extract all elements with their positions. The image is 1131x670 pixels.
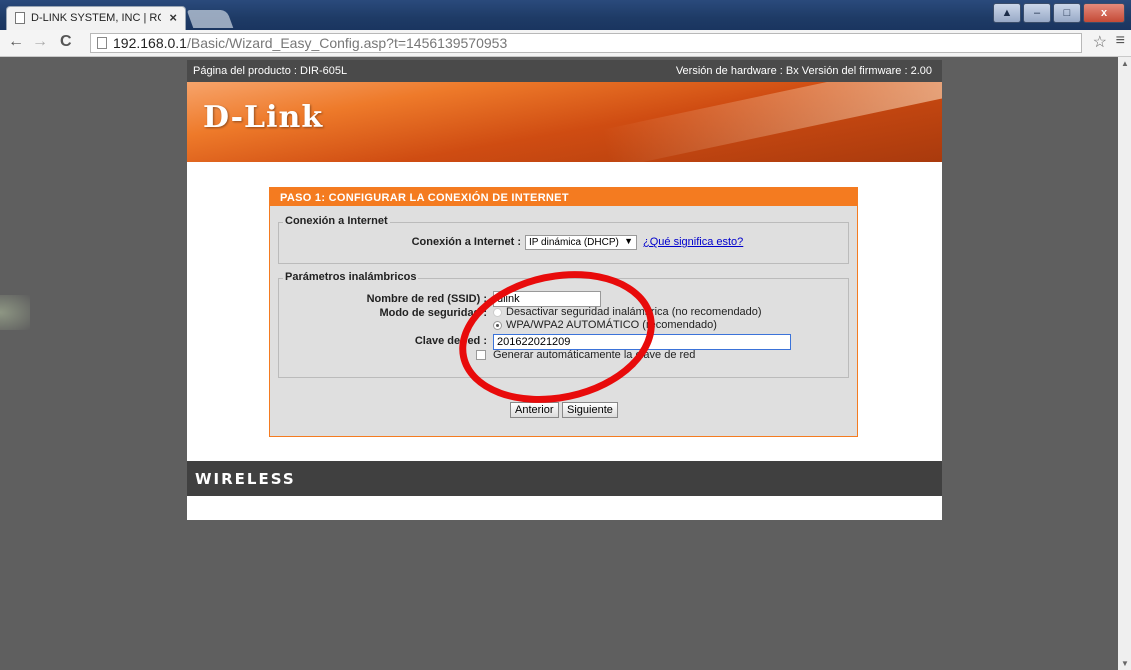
product-strip: Página del producto : DIR-605L Versión d… [187, 60, 942, 82]
wireless-footer-band: WIRELESS [187, 461, 942, 496]
back-button[interactable]: Anterior [510, 402, 559, 418]
new-tab-button[interactable] [186, 10, 234, 28]
close-window-button[interactable]: x [1083, 3, 1125, 23]
version-info: Versión de hardware : Bx Versión del fir… [675, 65, 932, 77]
security-wpa-radio[interactable] [493, 321, 502, 330]
menu-icon[interactable]: ≡ [1116, 32, 1125, 50]
dropdown-arrow-icon: ▼ [624, 236, 633, 246]
reload-icon[interactable]: C [60, 33, 72, 51]
wireless-settings-section: Parámetros inalámbricos Nombre de red (S… [278, 271, 849, 378]
back-arrow-icon[interactable]: ← [8, 33, 24, 51]
help-link[interactable]: ¿Qué significa esto? [643, 236, 743, 248]
internet-connection-select[interactable]: IP dinámica (DHCP) ▼ [525, 235, 637, 250]
ssid-input[interactable]: dlink [493, 291, 601, 307]
internet-connection-section: Conexión a Internet Conexión a Internet … [278, 215, 849, 264]
banner-decoration [601, 82, 942, 162]
address-bar[interactable]: 192.168.0.1/Basic/Wizard_Easy_Config.asp… [90, 33, 1082, 53]
network-key-input[interactable]: 201622021209 [493, 334, 791, 350]
vertical-scrollbar[interactable]: ▲ ▼ [1118, 57, 1131, 670]
wireless-brand: WIRELESS [195, 470, 296, 488]
router-page: Página del producto : DIR-605L Versión d… [187, 60, 942, 520]
browser-tab[interactable]: D-LINK SYSTEM, INC | ROUTER × [6, 6, 186, 30]
bookmark-star-icon[interactable]: ☆ [1093, 32, 1107, 52]
url-path: /Basic/Wizard_Easy_Config.asp?t=14561395… [186, 35, 508, 51]
internet-connection-label: Conexión a Internet : [411, 236, 521, 248]
close-tab-icon[interactable]: × [169, 10, 177, 25]
dlink-banner: D-Link [187, 82, 942, 162]
network-key-label: Clave de red : [414, 335, 487, 347]
url-text: 192.168.0.1/Basic/Wizard_Easy_Config.asp… [113, 35, 507, 51]
user-icon[interactable]: ▲ [993, 3, 1021, 23]
maximize-button[interactable]: □ [1053, 3, 1081, 23]
page-icon [97, 37, 107, 49]
scroll-up-icon[interactable]: ▲ [1121, 59, 1129, 68]
window-controls: ▲ – □ x [993, 3, 1125, 23]
wizard-title: PASO 1: CONFIGURAR LA CONEXIÓN DE INTERN… [270, 188, 857, 206]
wireless-section-title: Parámetros inalámbricos [283, 271, 419, 283]
background-glow [0, 295, 30, 330]
auto-key-label: Generar automáticamente la clave de red [493, 349, 696, 361]
product-page-label: Página del producto : DIR-605L [193, 65, 348, 77]
security-option-wpa: WPA/WPA2 AUTOMÁTICO (recomendado) [506, 319, 717, 331]
browser-titlebar: D-LINK SYSTEM, INC | ROUTER × ▲ – □ x [0, 0, 1131, 30]
auto-key-checkbox[interactable] [476, 350, 486, 360]
security-option-disable: Desactivar seguridad inalámbrica (no rec… [506, 306, 762, 318]
forward-arrow-icon[interactable]: → [32, 33, 48, 51]
minimize-button[interactable]: – [1023, 3, 1051, 23]
url-host: 192.168.0.1 [113, 35, 187, 51]
security-mode-label: Modo de seguridad : [379, 307, 487, 319]
scroll-down-icon[interactable]: ▼ [1121, 659, 1129, 668]
browser-toolbar: ← → C 192.168.0.1/Basic/Wizard_Easy_Conf… [0, 30, 1131, 57]
security-disable-radio[interactable] [493, 308, 502, 317]
internet-section-title: Conexión a Internet [283, 215, 390, 227]
page-icon [15, 12, 25, 24]
copyright-text: Copyright © 2009-2013 D-Link Corporation… [421, 508, 697, 519]
tab-title: D-LINK SYSTEM, INC | ROUTER [31, 12, 161, 24]
ssid-label: Nombre de red (SSID) : [366, 293, 487, 305]
internet-connection-value: IP dinámica (DHCP) [529, 237, 619, 248]
setup-wizard-panel: PASO 1: CONFIGURAR LA CONEXIÓN DE INTERN… [269, 187, 858, 437]
dlink-logo: D-Link [203, 100, 324, 135]
next-button[interactable]: Siguiente [562, 402, 618, 418]
